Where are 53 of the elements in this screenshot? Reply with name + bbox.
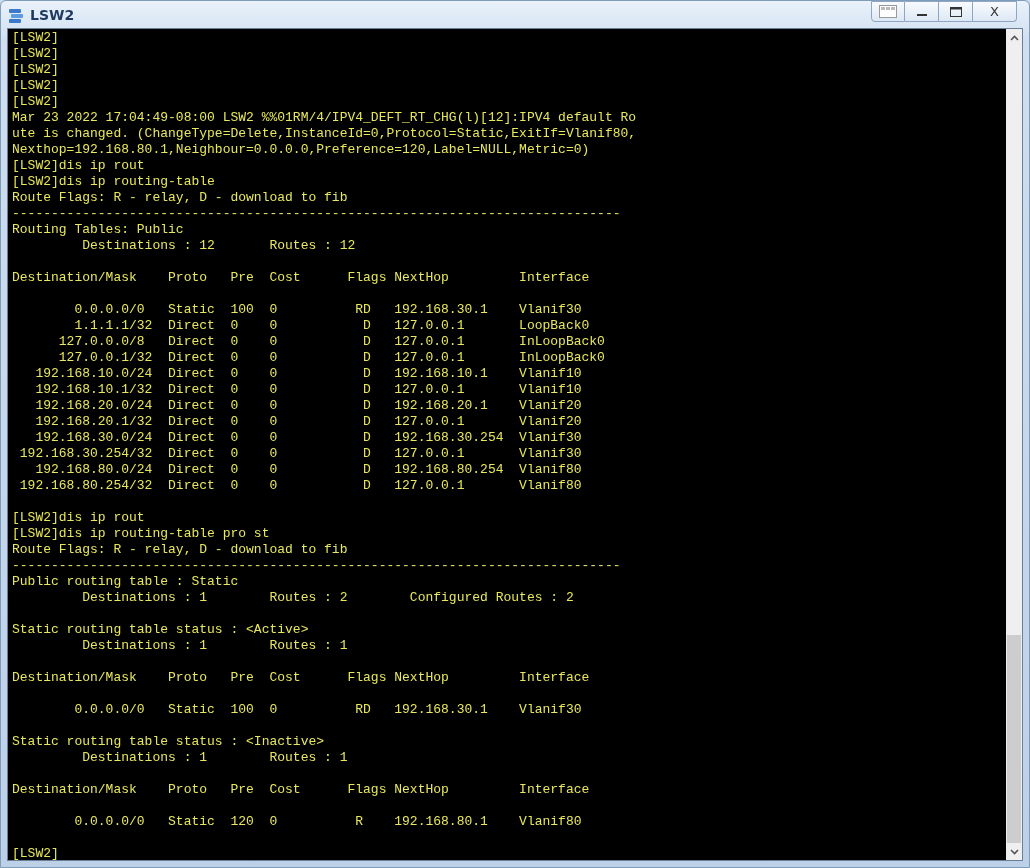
terminal-line: Destinations : 12 Routes : 12 bbox=[81, 238, 356, 254]
scroll-up-icon[interactable] bbox=[1009, 34, 1019, 41]
terminal-line: 0.0.0.0/0 Static 100 0 RD 192.168.30.1 Vlanif30 bbox=[73, 302, 582, 318]
terminal-line: ------------------------------------------------------------------------------ bbox=[12, 558, 621, 574]
terminal-line: [LSW2] bbox=[12, 30, 59, 46]
terminal-line: [LSW2]dis ip rout bbox=[12, 158, 145, 174]
terminal-line: Destination/Mask Proto Pre Cost Flags NextHop Interface bbox=[12, 670, 590, 686]
terminal-line: Destination/Mask Proto Pre Cost Flags NextHop Interface bbox=[12, 270, 590, 286]
terminal-line: 127.0.0.0/8 Direct 0 0 D 127.0.0.1 InLoopBack0 bbox=[57, 334, 605, 350]
terminal-line: 192.168.80.0/24 Direct 0 0 D 192.168.80.254 Vlanif80 bbox=[34, 462, 582, 478]
terminal-line: Mar 23 2022 17:04:49-08:00 LSW2 %%01RM/4/IPV4_DEFT_RT_CHG(l)[12]:IPV4 default Ro bbox=[12, 110, 637, 126]
terminal-line: Static routing table status : <Inactive> bbox=[12, 734, 325, 750]
terminal-line: Routing Tables: Public bbox=[12, 222, 184, 238]
terminal-line: 192.168.30.254/32 Direct 0 0 D 127.0.0.1 Vlanif30 bbox=[18, 446, 582, 462]
minimize-icon bbox=[916, 14, 927, 16]
maximize-icon bbox=[949, 6, 962, 17]
terminal-line: Destinations : 1 Routes : 1 bbox=[81, 750, 348, 766]
terminal-line: Public routing table : Static bbox=[12, 574, 239, 590]
terminal-line: 192.168.20.0/24 Direct 0 0 D 192.168.20.1 Vlanif20 bbox=[34, 398, 582, 414]
terminal-line: 1.1.1.1/32 Direct 0 0 D 127.0.0.1 LoopBack0 bbox=[73, 318, 590, 334]
terminal-line: 0.0.0.0/0 Static 120 0 R 192.168.80.1 Vlanif80 bbox=[73, 814, 582, 830]
terminal-line: [LSW2] bbox=[12, 46, 59, 62]
close-button[interactable]: X bbox=[973, 1, 1017, 22]
terminal-line: [LSW2] bbox=[12, 62, 59, 78]
terminal-line: 192.168.20.1/32 Direct 0 0 D 127.0.0.1 Vlanif20 bbox=[34, 414, 582, 430]
terminal-line: Route Flags: R - relay, D - download to fib bbox=[12, 190, 348, 206]
scroll-thumb[interactable] bbox=[1007, 635, 1021, 843]
terminal-line: [LSW2]dis ip routing-table bbox=[12, 174, 215, 190]
terminal-line: Destination/Mask Proto Pre Cost Flags NextHop Interface bbox=[12, 782, 590, 798]
terminal-line: ------------------------------------------------------------------------------ bbox=[12, 206, 621, 222]
window-layout-icon bbox=[879, 5, 897, 18]
terminal-line: Destinations : 1 Routes : 2 Configured Routes : 2 bbox=[81, 590, 574, 606]
terminal-line: 192.168.30.0/24 Direct 0 0 D 192.168.30.254 Vlanif30 bbox=[34, 430, 582, 446]
terminal-line: 192.168.80.254/32 Direct 0 0 D 127.0.0.1 Vlanif80 bbox=[18, 478, 582, 494]
terminal-line: Destinations : 1 Routes : 1 bbox=[81, 638, 348, 654]
scrollbar[interactable] bbox=[1006, 29, 1022, 860]
terminal-line: 0.0.0.0/0 Static 100 0 RD 192.168.30.1 Vlanif30 bbox=[73, 702, 582, 718]
maximize-button[interactable] bbox=[939, 1, 973, 22]
terminal-line: 127.0.0.1/32 Direct 0 0 D 127.0.0.1 InLoopBack0 bbox=[57, 350, 605, 366]
terminal-line: ute is changed. (ChangeType=Delete,InstanceId=0,Protocol=Static,ExitIf=Vlanif80, bbox=[12, 126, 637, 142]
terminal-line: Route Flags: R - relay, D - download to fib bbox=[12, 542, 348, 558]
terminal-line: [LSW2] bbox=[12, 94, 59, 110]
window-title: LSW2 bbox=[30, 6, 75, 23]
terminal-line: Static routing table status : <Active> bbox=[12, 622, 309, 638]
terminal-line: [LSW2] bbox=[12, 846, 59, 860]
terminal-line: [LSW2] bbox=[12, 78, 59, 94]
terminal-line: Nexthop=192.168.80.1,Neighbour=0.0.0.0,Preference=120,Label=NULL,Metric=0) bbox=[12, 142, 590, 158]
minimize-button[interactable] bbox=[905, 1, 939, 22]
scroll-down-icon[interactable] bbox=[1009, 848, 1019, 855]
terminal-line: [LSW2]dis ip rout bbox=[12, 510, 145, 526]
terminal-line: 192.168.10.0/24 Direct 0 0 D 192.168.10.1 Vlanif10 bbox=[34, 366, 582, 382]
terminal-line: [LSW2]dis ip routing-table pro st bbox=[12, 526, 270, 542]
terminal-line: 192.168.10.1/32 Direct 0 0 D 127.0.0.1 Vlanif10 bbox=[34, 382, 582, 398]
